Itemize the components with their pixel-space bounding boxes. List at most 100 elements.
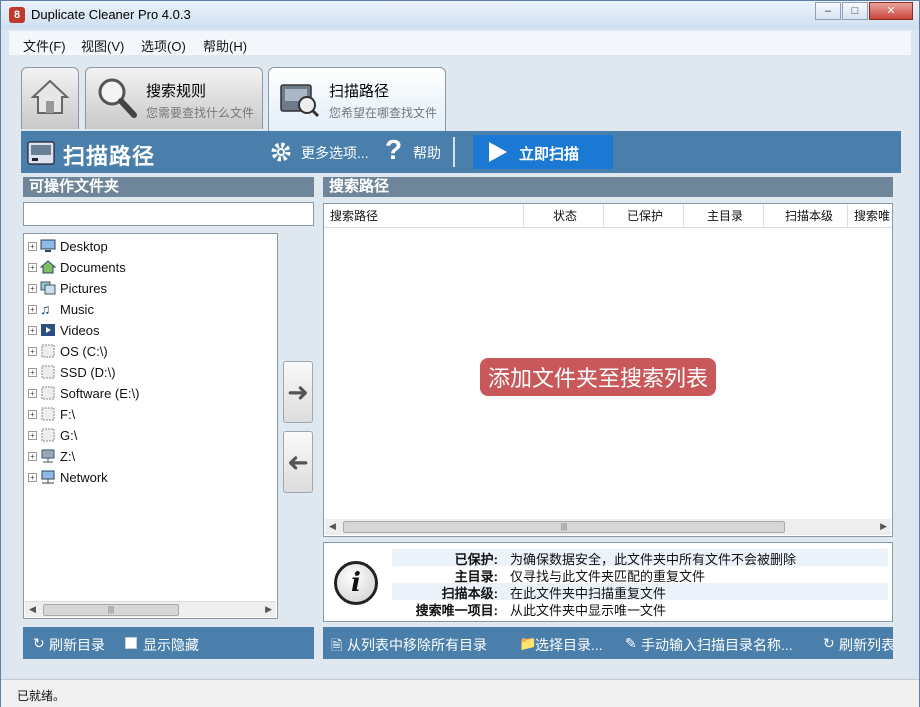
right-footer-bar: 🗎 从列表中移除所有目录 📁 选择目录... ✎ 手动输入扫描目录名称... ↻… (323, 627, 893, 659)
scan-now-button[interactable]: 立即扫描 (473, 135, 613, 169)
col-header-status[interactable]: 状态 (524, 204, 604, 228)
menu-file[interactable]: 文件(F) (23, 36, 66, 55)
scrollbar-thumb[interactable]: ||| (343, 521, 785, 533)
info-row: 搜索唯一项目: 从此文件夹中显示唯一文件 (392, 600, 888, 618)
expand-icon[interactable]: + (28, 388, 37, 398)
expand-icon[interactable]: + (28, 451, 37, 461)
scroll-right-icon[interactable]: ▶ (880, 521, 887, 532)
tree-item-label: G:\ (60, 427, 78, 443)
tab-scan-path-sub: 您希望在哪查找文件 (329, 106, 438, 120)
refresh-icon[interactable]: ↻ (33, 635, 45, 652)
tree-item-desktop[interactable]: + Desktop (28, 236, 108, 256)
tree-item-label: Documents (60, 259, 126, 275)
remove-folder-button[interactable]: ➜ (283, 431, 313, 493)
expand-icon[interactable]: + (28, 472, 37, 482)
drive-icon (41, 386, 55, 400)
empty-list-message: 添加文件夹至搜索列表 (480, 358, 717, 396)
tree-item-videos[interactable]: + Videos (28, 320, 100, 340)
desktop-icon (40, 239, 56, 252)
tree-item-drive-f[interactable]: + F:\ (28, 404, 75, 424)
col-header-unique[interactable]: 搜索唯 (848, 204, 892, 228)
menu-view[interactable]: 视图(V) (81, 36, 124, 55)
tab-search-rules[interactable]: 搜索规则 您需要查找什么文件 (85, 67, 263, 129)
col-header-scan-level[interactable]: 扫描本级 (764, 204, 848, 228)
list-horizontal-scrollbar[interactable]: ◀ ||| ▶ (325, 519, 891, 535)
tree-item-drive-g[interactable]: + G:\ (28, 425, 77, 445)
tree-item-label: Pictures (60, 280, 107, 296)
scan-path-header-icon (27, 141, 55, 165)
folder-tree[interactable]: + Desktop + Documents + Pictures + ♫ Mus… (23, 233, 278, 619)
scrollbar-thumb[interactable]: ||| (43, 604, 179, 616)
show-hidden-label: 显示隐藏 (143, 637, 199, 653)
drive-icon (41, 407, 55, 421)
left-panel-title: 可操作文件夹 (23, 177, 314, 197)
videos-icon (41, 324, 55, 336)
scroll-left-icon[interactable]: ◀ (329, 521, 336, 532)
tree-item-pictures[interactable]: + Pictures (28, 278, 107, 298)
menu-options[interactable]: 选项(O) (141, 36, 186, 55)
tree-item-label: Videos (60, 322, 100, 338)
refresh-list-button[interactable]: 刷新列表 (839, 635, 893, 655)
tree-item-documents[interactable]: + Documents (28, 257, 126, 277)
tree-item-label: Music (60, 301, 94, 317)
info-row: 扫描本级: 在此文件夹中扫描重复文件 (392, 583, 888, 601)
more-options-button[interactable]: 更多选项... (301, 143, 369, 163)
col-header-protected[interactable]: 已保护 (604, 204, 684, 228)
menu-help[interactable]: 帮助(H) (203, 36, 247, 55)
tree-item-drive-c[interactable]: + OS (C:\) (28, 341, 108, 361)
pictures-icon (40, 281, 56, 295)
tree-item-drive-z[interactable]: + Z:\ (28, 446, 75, 466)
document-icon: 🗎 (331, 637, 343, 653)
help-button[interactable]: 帮助 (413, 143, 441, 163)
tree-horizontal-scrollbar[interactable]: ◀ ||| ▶ (25, 601, 276, 617)
tree-item-label: F:\ (60, 406, 76, 422)
tree-item-drive-d[interactable]: + SSD (D:\) (28, 362, 116, 382)
scroll-right-icon[interactable]: ▶ (265, 604, 272, 615)
remove-all-button[interactable]: 从列表中移除所有目录 (347, 635, 487, 655)
search-path-list[interactable]: 搜索路径 状态 已保护 主目录 扫描本级 搜索唯 添加文件夹至搜索列表 ◀ ||… (323, 203, 893, 537)
col-header-path[interactable]: 搜索路径 (324, 204, 524, 228)
tree-item-label: Software (E:\) (60, 385, 140, 401)
minimize-button[interactable]: – (815, 2, 841, 20)
app-window: 8 Duplicate Cleaner Pro 4.0.3 – □ ✕ 文件(F… (0, 0, 920, 707)
expand-icon[interactable]: + (28, 262, 37, 272)
expand-icon[interactable]: + (28, 283, 37, 293)
tree-item-music[interactable]: + ♫ Music (28, 299, 94, 319)
status-bar: 已就绪。 (1, 679, 919, 707)
manual-input-button[interactable]: 手动输入扫描目录名称... (641, 635, 793, 655)
drive-icon (41, 365, 55, 379)
folder-filter-input[interactable] (23, 202, 314, 226)
expand-icon[interactable]: + (28, 346, 37, 356)
expand-icon[interactable]: + (28, 430, 37, 440)
expand-icon[interactable]: + (28, 241, 37, 251)
close-button[interactable]: ✕ (869, 2, 913, 20)
drive-icon (41, 428, 55, 442)
tree-item-label: OS (C:\) (60, 343, 108, 359)
title-bar[interactable]: 8 Duplicate Cleaner Pro 4.0.3 – □ ✕ (1, 1, 919, 29)
col-header-master[interactable]: 主目录 (684, 204, 764, 228)
app-logo-icon: 8 (9, 7, 25, 23)
help-icon[interactable]: ? (385, 134, 402, 166)
drive-icon (41, 344, 55, 358)
gear-icon[interactable] (269, 140, 293, 164)
tab-home[interactable] (21, 67, 79, 129)
expand-icon[interactable]: + (28, 325, 37, 335)
tab-scan-path[interactable]: 扫描路径 您希望在哪查找文件 (268, 67, 446, 131)
tree-item-network[interactable]: + Network (28, 467, 108, 487)
tree-item-drive-e[interactable]: + Software (E:\) (28, 383, 139, 403)
show-hidden-checkbox[interactable] (125, 637, 137, 649)
expand-icon[interactable]: + (28, 367, 37, 377)
refresh-dir-button[interactable]: 刷新目录 (49, 635, 105, 655)
refresh-icon[interactable]: ↻ (823, 635, 835, 652)
expand-icon[interactable]: + (28, 304, 37, 314)
info-row: 已保护: 为确保数据安全，此文件夹中所有文件不会被删除 (392, 549, 888, 567)
info-key: 搜索唯一项目: (415, 603, 498, 618)
expand-icon[interactable]: + (28, 409, 37, 419)
choose-dir-button[interactable]: 选择目录... (535, 635, 603, 655)
add-folder-button[interactable]: ➜ (283, 361, 313, 423)
music-icon: ♫ (40, 301, 51, 317)
maximize-button[interactable]: □ (842, 2, 868, 20)
tab-scan-path-label: 扫描路径 (329, 83, 390, 100)
scroll-left-icon[interactable]: ◀ (29, 604, 36, 615)
tree-item-label: Network (60, 469, 108, 485)
